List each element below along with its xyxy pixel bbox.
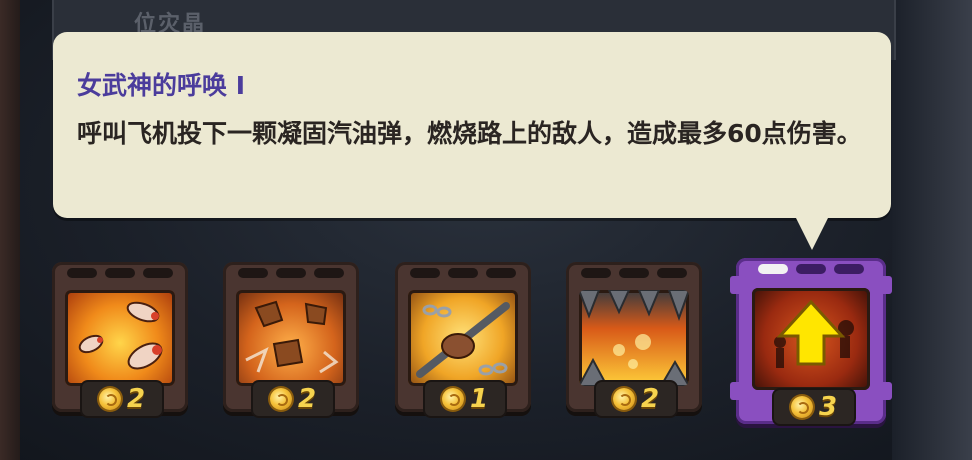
skill-description: 呼叫飞机投下一颗凝固汽油弹，燃烧路上的敌人，造成最多60点伤害。 <box>77 119 862 148</box>
tooltip-pointer <box>795 216 829 250</box>
coin-icon <box>98 388 121 410</box>
cost-badge: 2 <box>80 380 164 418</box>
coin-icon <box>269 388 292 410</box>
skill-title: 女武神的呼唤 I <box>77 71 246 100</box>
coin-icon <box>441 388 464 410</box>
upgrade-card-3[interactable]: 1 <box>395 262 531 418</box>
cost-badge: 1 <box>423 380 507 418</box>
cost-value: 2 <box>126 384 146 414</box>
coin-icon <box>790 396 813 418</box>
fist-chain-icon <box>408 290 518 386</box>
upgrade-card-5-selected[interactable]: 3 <box>730 258 892 426</box>
right-edge-decoration <box>892 0 972 460</box>
cost-badge: 3 <box>772 388 856 426</box>
upgrade-arrow-icon <box>752 288 870 390</box>
cost-badge: 2 <box>594 380 678 418</box>
fire-spikes-icon <box>579 290 689 386</box>
coin-icon <box>612 388 635 410</box>
missiles-icon <box>65 290 175 386</box>
left-edge-decoration <box>0 0 20 460</box>
cost-badge: 2 <box>251 380 335 418</box>
upgrade-card-2[interactable]: 2 <box>223 262 359 418</box>
cost-value: 1 <box>469 384 489 414</box>
cost-value: 3 <box>818 392 838 422</box>
skill-tooltip: 女武神的呼唤 I 呼叫飞机投下一颗凝固汽油弹，燃烧路上的敌人，造成最多60点伤害… <box>53 32 891 218</box>
upgrade-card-1[interactable]: 2 <box>52 262 188 418</box>
cost-value: 2 <box>297 384 317 414</box>
rock-explosion-icon <box>236 290 346 386</box>
cost-value: 2 <box>640 384 660 414</box>
card-tabs <box>52 268 188 278</box>
upgrade-card-4[interactable]: 2 <box>566 262 702 418</box>
